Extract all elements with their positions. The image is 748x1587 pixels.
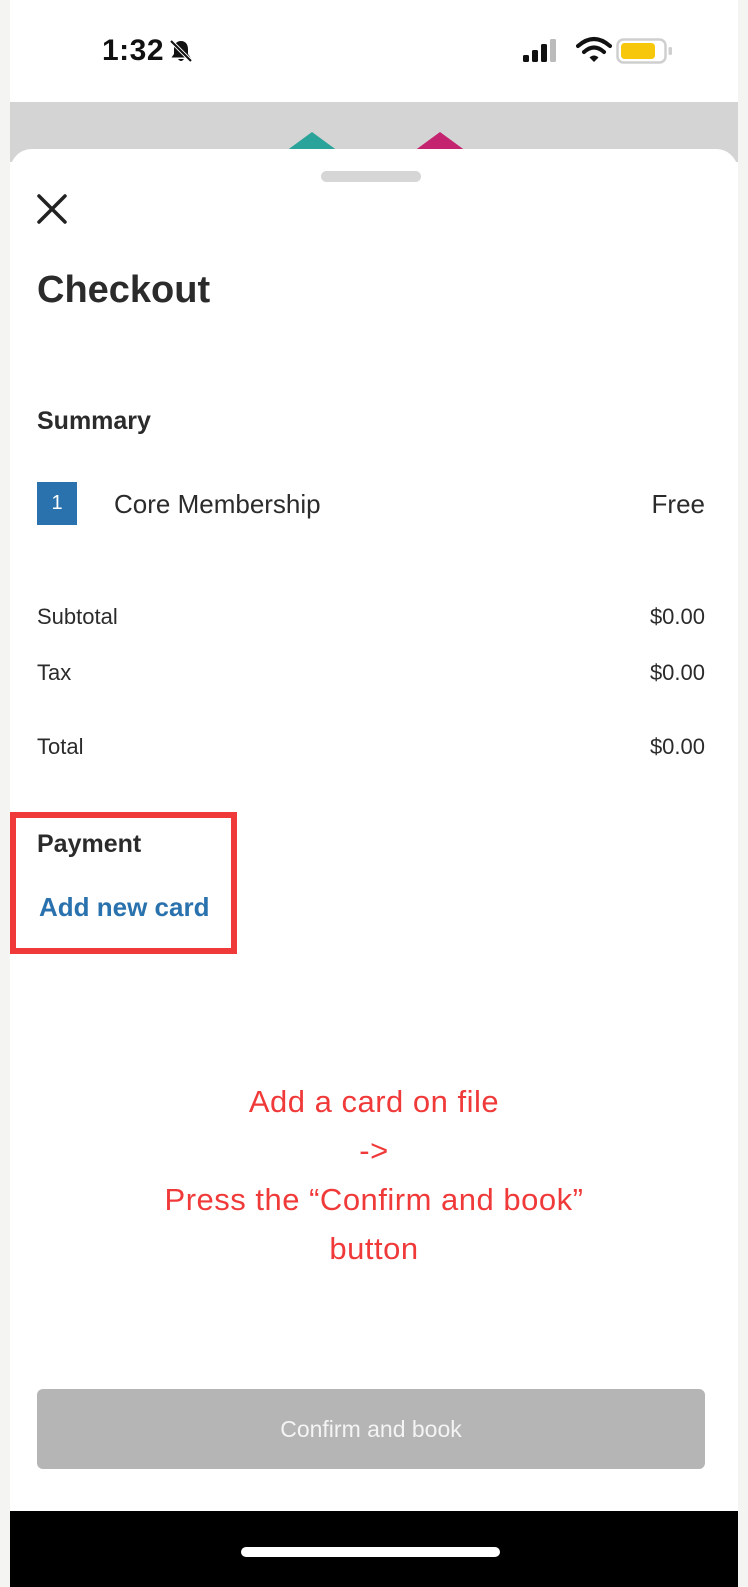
wifi-icon: [576, 37, 612, 62]
summary-heading: Summary: [37, 407, 151, 435]
bell-slash-icon: [169, 39, 193, 63]
close-icon: [37, 194, 67, 224]
total-label: Total: [37, 734, 84, 759]
line-item-name: Core Membership: [114, 489, 321, 519]
home-bar-area: [10, 1511, 738, 1587]
annotation-line-2: ->: [359, 1133, 389, 1168]
tax-label: Tax: [37, 660, 72, 685]
confirm-and-book-button[interactable]: Confirm and book: [37, 1389, 705, 1469]
subtotal-label: Subtotal: [37, 604, 118, 629]
battery-icon: [616, 38, 672, 64]
close-button[interactable]: [32, 189, 72, 229]
status-bar: 1:32: [10, 0, 738, 102]
annotation-line-3: Press the “Confirm and book”: [164, 1182, 584, 1217]
annotation-line-4: button: [329, 1231, 419, 1266]
payment-heading: Payment: [37, 830, 142, 858]
checkout-sheet: Checkout Summary 1 Core Membership Free …: [10, 149, 738, 1511]
annotation-line-1: Add a card on file: [248, 1084, 500, 1119]
page-title: Checkout: [37, 269, 211, 311]
quantity-badge: 1: [37, 482, 77, 525]
phone-screen: 1:32 Checkout Summary 1 Core Membership …: [10, 0, 738, 1587]
status-time: 1:32: [102, 34, 165, 67]
line-item-price: Free: [651, 489, 705, 519]
subtotal-value: $0.00: [649, 604, 705, 629]
cellular-signal-icon: [523, 39, 556, 62]
add-new-card-link[interactable]: Add new card: [39, 892, 209, 923]
sheet-grabber[interactable]: [321, 171, 421, 182]
home-indicator[interactable]: [241, 1547, 500, 1557]
total-value: $0.00: [649, 734, 705, 759]
tax-value: $0.00: [649, 660, 705, 685]
annotation-instructions: Add a card on file -> Press the “Confirm…: [10, 1077, 738, 1273]
